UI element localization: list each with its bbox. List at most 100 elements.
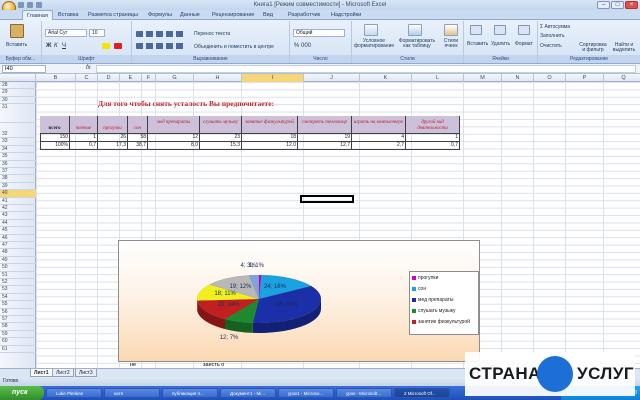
table-count-cell[interactable]: 12 bbox=[148, 134, 200, 142]
row-header-39[interactable]: 39 bbox=[0, 183, 36, 191]
sheet-tab-3[interactable]: Лист3 bbox=[75, 369, 97, 377]
column-header-B[interactable]: B bbox=[36, 74, 76, 82]
legend-item[interactable]: занятие физкультурой bbox=[412, 319, 470, 325]
row-header-59[interactable]: 59 bbox=[0, 331, 36, 339]
indent-icons[interactable] bbox=[136, 43, 184, 49]
table-count-cell[interactable]: 150 bbox=[40, 134, 70, 142]
active-cell-selection[interactable] bbox=[300, 195, 354, 203]
column-header-Q[interactable]: Q bbox=[604, 74, 640, 82]
merge-center-button[interactable]: Объединить и поместить в центре bbox=[194, 44, 274, 50]
find-select-button[interactable]: Найти и выделить bbox=[610, 43, 638, 53]
row-header-33[interactable]: 33 bbox=[0, 138, 36, 146]
bold-button[interactable]: Ж bbox=[46, 43, 51, 49]
row-header-29[interactable]: 29 bbox=[0, 89, 36, 97]
row-header-58[interactable]: 58 bbox=[0, 323, 36, 331]
table-count-cell[interactable]: 1 bbox=[406, 134, 460, 142]
align-icons[interactable] bbox=[136, 31, 184, 37]
table-header-cell[interactable]: занятие физкультурой bbox=[242, 116, 298, 134]
format-table-button[interactable]: Форматировать как таблицу bbox=[398, 39, 436, 49]
row-header-51[interactable]: 51 bbox=[0, 272, 36, 279]
column-header-M[interactable]: M bbox=[464, 74, 502, 82]
row-header-50[interactable]: 50 bbox=[0, 264, 36, 272]
column-header-J[interactable]: J bbox=[304, 74, 360, 82]
legend-item[interactable]: прогулки bbox=[412, 275, 438, 281]
row-header-61[interactable]: 61 bbox=[0, 346, 36, 353]
select-all-corner[interactable] bbox=[0, 74, 36, 82]
table-percent-cell[interactable]: 100% bbox=[40, 142, 70, 150]
taskbar-item[interactable]: 2 Microsoft Of... bbox=[394, 388, 450, 398]
table-percent-cell[interactable]: 0,7 bbox=[406, 142, 460, 150]
row-header-49[interactable]: 49 bbox=[0, 257, 36, 265]
row-header-40[interactable]: 40 bbox=[0, 190, 36, 198]
legend-item[interactable]: сон bbox=[412, 286, 426, 292]
column-header-H[interactable]: H bbox=[194, 74, 242, 82]
table-header-cell[interactable]: всего bbox=[40, 116, 70, 134]
table-percent-cell[interactable]: 15,3 bbox=[200, 142, 242, 150]
taskbar-item[interactable]: Документ1 - Mi... bbox=[220, 388, 276, 398]
row-header-31[interactable]: 31 bbox=[0, 104, 36, 124]
table-count-cell[interactable]: 23 bbox=[200, 134, 242, 142]
save-icon[interactable] bbox=[18, 2, 24, 8]
table-percent-cell[interactable]: 12,7 bbox=[298, 142, 352, 150]
autosum-button[interactable]: Σ Автосумма bbox=[540, 24, 570, 30]
table-percent-cell[interactable]: 2,7 bbox=[352, 142, 406, 150]
column-header-E[interactable]: E bbox=[120, 74, 142, 82]
row-header-46[interactable]: 46 bbox=[0, 235, 36, 242]
row-header-37[interactable]: 37 bbox=[0, 168, 36, 176]
row-header-34[interactable]: 34 bbox=[0, 146, 36, 154]
taskbar-item[interactable]: Luke Plenkan bbox=[46, 388, 102, 398]
table-percent-cell[interactable]: 0,7 bbox=[70, 142, 98, 150]
close-button[interactable]: × bbox=[625, 1, 638, 9]
table-percent-cell[interactable]: 17,3 bbox=[98, 142, 128, 150]
delete-cells-icon[interactable] bbox=[494, 25, 506, 35]
percent-button[interactable]: % 000 bbox=[294, 43, 311, 49]
row-header-35[interactable]: 35 bbox=[0, 153, 36, 161]
table-count-cell[interactable]: 26 bbox=[98, 134, 128, 142]
row-header-54[interactable]: 54 bbox=[0, 294, 36, 302]
fill-color-icon[interactable] bbox=[102, 43, 110, 49]
table-count-cell[interactable]: 19 bbox=[298, 134, 352, 142]
column-header-D[interactable]: D bbox=[98, 74, 120, 82]
table-percent-cell[interactable]: 8,0 bbox=[148, 142, 200, 150]
table-header-cell[interactable]: мед препараты bbox=[148, 116, 200, 134]
row-header-32[interactable]: 32 bbox=[0, 131, 36, 139]
tab-home[interactable]: Главная bbox=[22, 10, 53, 20]
table-header-cell[interactable]: слушать музыку bbox=[200, 116, 242, 134]
clear-button[interactable]: Очистить bbox=[540, 43, 562, 49]
row-header-56[interactable]: 56 bbox=[0, 309, 36, 316]
row-header-38[interactable]: 38 bbox=[0, 175, 36, 183]
paste-label[interactable]: Вставить bbox=[6, 42, 27, 48]
taskbar-item[interactable]: катя bbox=[104, 388, 160, 398]
column-header-I[interactable]: I bbox=[242, 74, 304, 82]
maximize-button[interactable]: □ bbox=[611, 1, 624, 9]
column-header-F[interactable]: F bbox=[142, 74, 156, 82]
column-header-L[interactable]: L bbox=[412, 74, 464, 82]
table-header-cell[interactable]: сон bbox=[128, 116, 148, 134]
format-cells-button[interactable]: Формат bbox=[515, 41, 533, 47]
sort-filter-button[interactable]: Сортировка и фильтр bbox=[578, 43, 608, 53]
italic-button[interactable]: К bbox=[54, 43, 58, 49]
start-button[interactable]: пуск bbox=[0, 386, 44, 400]
insert-cells-button[interactable]: Вставить bbox=[467, 41, 488, 47]
undo-icon[interactable] bbox=[27, 2, 33, 8]
name-box[interactable]: I40 bbox=[2, 65, 46, 73]
table-count-cell[interactable]: 58 bbox=[128, 134, 148, 142]
table-count-cell[interactable]: 1 bbox=[70, 134, 98, 142]
cell-styles-icon[interactable] bbox=[444, 24, 458, 36]
column-header-P[interactable]: P bbox=[566, 74, 604, 82]
row-header-28[interactable]: 28 bbox=[0, 82, 36, 90]
row-header-53[interactable]: 53 bbox=[0, 286, 36, 294]
table-header-cell[interactable]: чтение bbox=[70, 116, 98, 134]
row-header-45[interactable]: 45 bbox=[0, 227, 36, 235]
column-header-K[interactable]: K bbox=[360, 74, 412, 82]
insert-cells-icon[interactable] bbox=[470, 25, 482, 35]
tab-data[interactable]: Данные bbox=[180, 12, 200, 18]
delete-cells-button[interactable]: Удалить bbox=[491, 41, 510, 47]
redo-icon[interactable] bbox=[36, 2, 42, 8]
minimize-button[interactable]: – bbox=[597, 1, 610, 9]
column-header-G[interactable]: G bbox=[156, 74, 194, 82]
font-color-icon[interactable] bbox=[114, 43, 122, 49]
tab-review[interactable]: Рецензирование bbox=[212, 12, 254, 18]
font-name-box[interactable]: Arial Cyr bbox=[45, 29, 87, 37]
taskbar-item[interactable]: урок - Microsoft... bbox=[336, 388, 392, 398]
